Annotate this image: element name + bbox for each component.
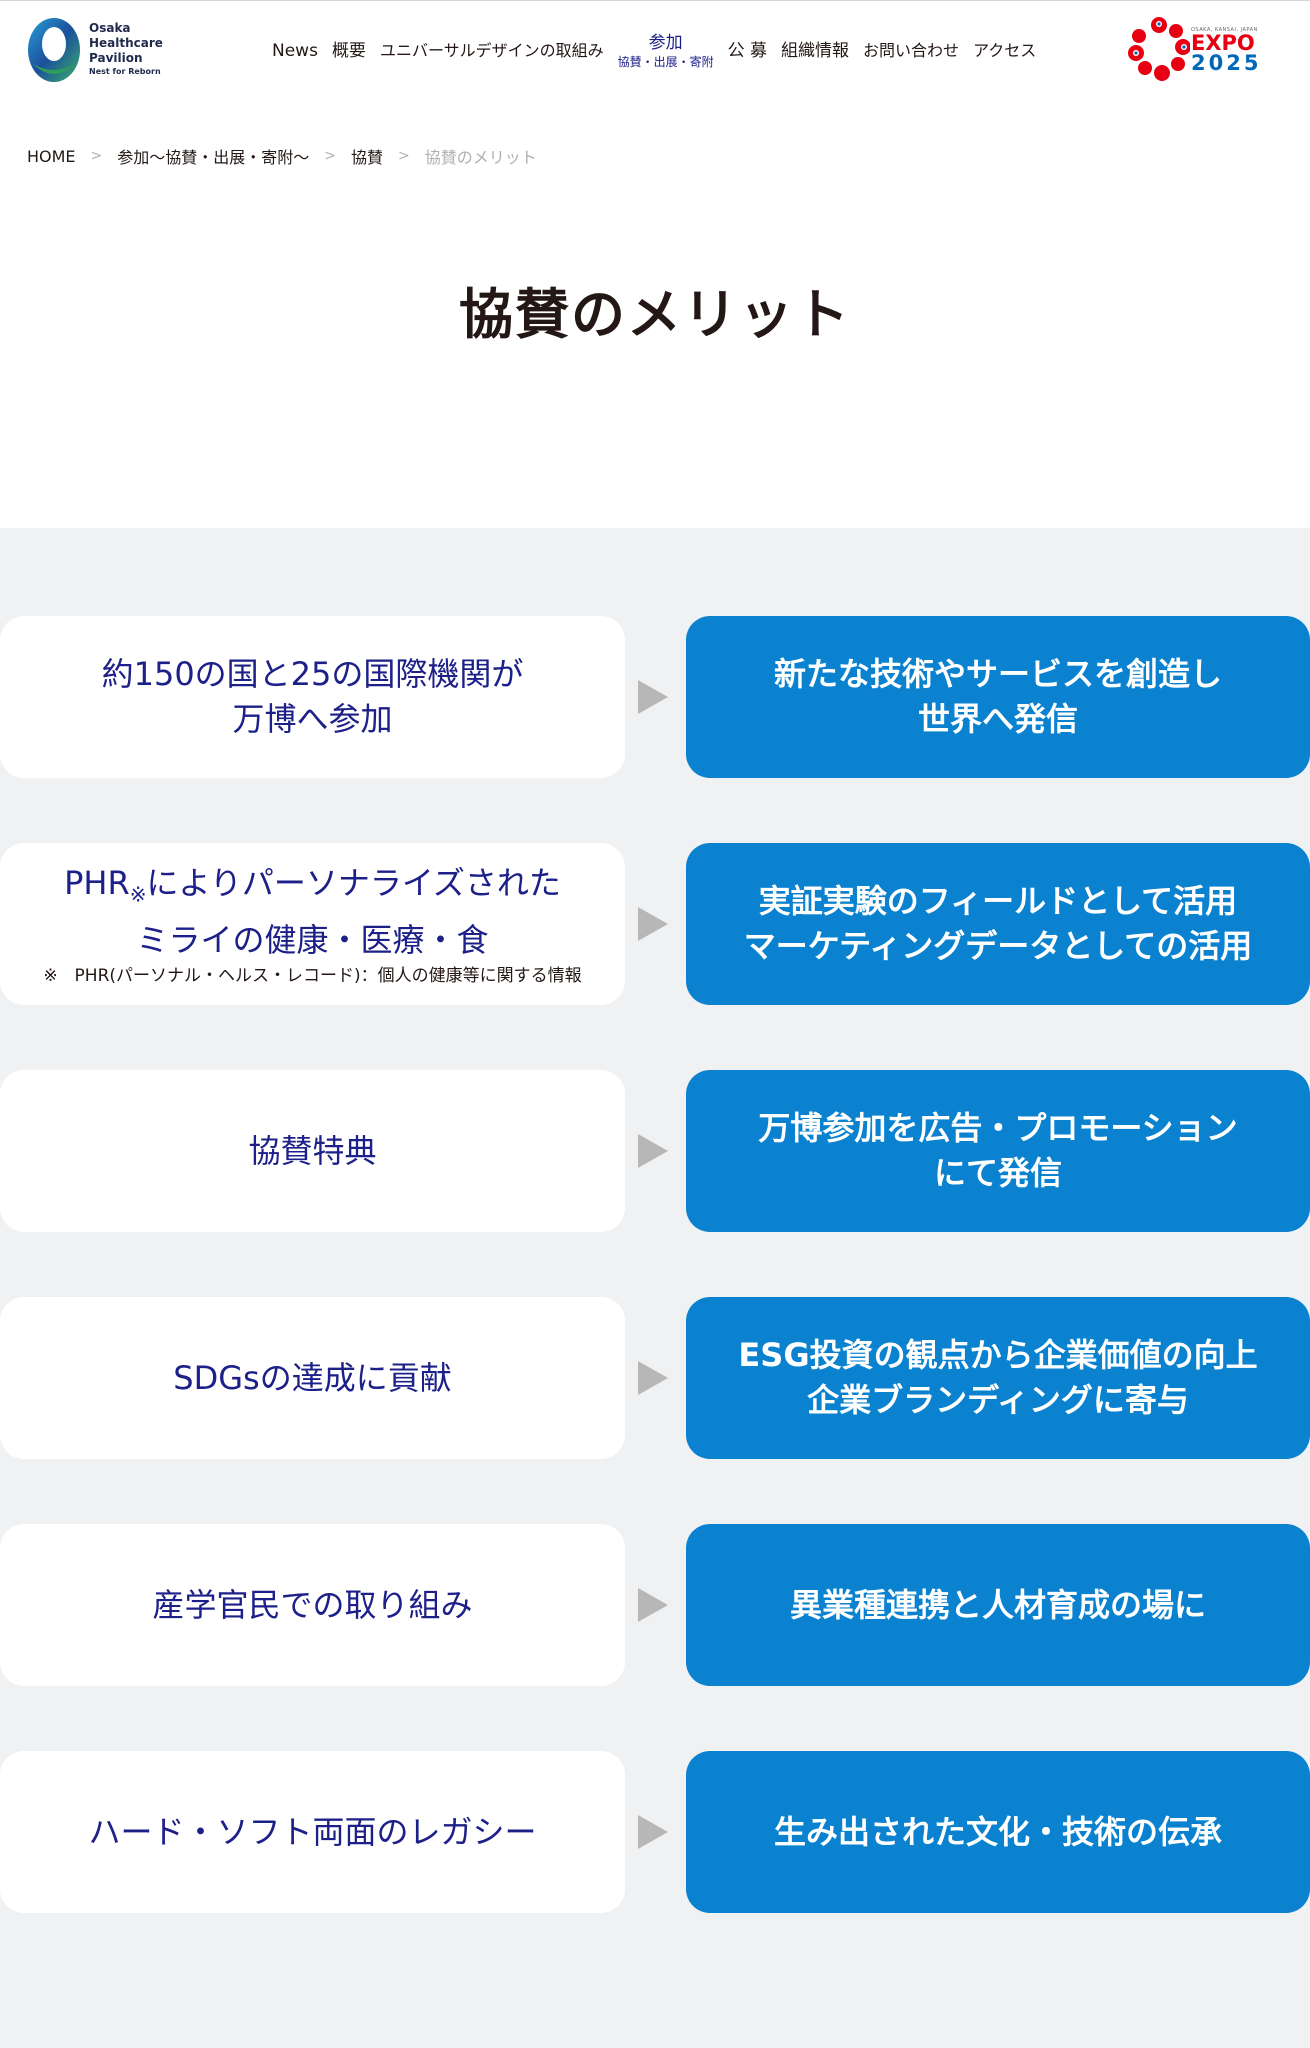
nav-participation-label: 参加 bbox=[648, 32, 683, 53]
logo-line: Pavilion bbox=[89, 50, 143, 65]
merit-row: ハード・ソフト両面のレガシー 生み出された文化・技術の伝承 bbox=[0, 1751, 1310, 1913]
arrow-right-icon bbox=[638, 1588, 668, 1622]
merit-row: 協賛特典 万博参加を広告・プロモーション にて発信 bbox=[0, 1070, 1310, 1232]
merit-cause-line: PHR※によりパーソナライズされた bbox=[64, 861, 561, 917]
expo-year: 2025 bbox=[1191, 51, 1262, 75]
breadcrumb-separator-icon: > bbox=[398, 148, 410, 164]
pavilion-logo-icon bbox=[25, 14, 83, 84]
logo-line: Osaka bbox=[89, 20, 131, 35]
arrow-right-icon bbox=[638, 680, 668, 714]
breadcrumb-home[interactable]: HOME bbox=[27, 147, 76, 166]
merit-cause: SDGsの達成に貢献 bbox=[0, 1297, 625, 1459]
nav-news[interactable]: News bbox=[272, 29, 318, 73]
merit-cause: ハード・ソフト両面のレガシー bbox=[0, 1751, 625, 1913]
nav-access[interactable]: アクセス bbox=[973, 29, 1036, 73]
merit-cause: PHR※によりパーソナライズされた ミライの健康・医療・食 ※ PHR(パーソナ… bbox=[0, 843, 625, 1005]
merit-cause: 産学官民での取り組み bbox=[0, 1524, 625, 1686]
merit-row: 産学官民での取り組み 異業種連携と人材育成の場に bbox=[0, 1524, 1310, 1686]
nav-organization[interactable]: 組織情報 bbox=[781, 29, 849, 73]
pavilion-logo[interactable]: Osaka Healthcare Pavilion Nest for Rebor… bbox=[25, 13, 175, 85]
merit-row: PHR※によりパーソナライズされた ミライの健康・医療・食 ※ PHR(パーソナ… bbox=[0, 843, 1310, 1005]
merit-row: SDGsの達成に貢献 ESG投資の観点から企業価値の向上 企業ブランディングに寄… bbox=[0, 1297, 1310, 1459]
expo-word: EXPO bbox=[1191, 31, 1255, 55]
breadcrumb: HOME > 参加～協賛・出展・寄附～ > 協賛 > 協賛のメリット bbox=[27, 144, 537, 168]
breadcrumb-sponsorship[interactable]: 協賛 bbox=[351, 144, 383, 168]
nav-participation-sub: 協賛・出展・寄附 bbox=[617, 54, 714, 69]
nav-participation[interactable]: 参加 協賛・出展・寄附 bbox=[617, 32, 714, 69]
page-title: 協賛のメリット bbox=[459, 283, 851, 346]
merit-cause-text: によりパーソナライズされた bbox=[146, 864, 561, 903]
merit-cause: 協賛特典 bbox=[0, 1070, 625, 1232]
nav-overview[interactable]: 概要 bbox=[332, 29, 366, 73]
merit-cause: 約150の国と25の国際機関が 万博へ参加 bbox=[0, 616, 625, 778]
merit-benefit: 実証実験のフィールドとして活用 マーケティングデータとしての活用 bbox=[686, 843, 1310, 1005]
merit-section: 約150の国と25の国際機関が 万博へ参加 新たな技術やサービスを創造し 世界へ… bbox=[0, 528, 1310, 2048]
merit-benefit: 万博参加を広告・プロモーション にて発信 bbox=[686, 1070, 1310, 1232]
merit-row: 約150の国と25の国際機関が 万博へ参加 新たな技術やサービスを創造し 世界へ… bbox=[0, 616, 1310, 778]
merit-footnote: ※ PHR(パーソナル・ヘルス・レコード)：個人の健康等に関する情報 bbox=[43, 965, 582, 986]
breadcrumb-current: 協賛のメリット bbox=[424, 148, 537, 167]
merit-benefit: 異業種連携と人材育成の場に bbox=[686, 1524, 1310, 1686]
arrow-right-icon bbox=[638, 1815, 668, 1849]
merit-benefit: 生み出された文化・技術の伝承 bbox=[686, 1751, 1310, 1913]
arrow-right-icon bbox=[638, 1134, 668, 1168]
merit-cause-line: ミライの健康・医療・食 bbox=[136, 920, 489, 959]
breadcrumb-separator-icon: > bbox=[90, 148, 103, 164]
site-header: Osaka Healthcare Pavilion Nest for Rebor… bbox=[0, 0, 1310, 100]
logo-line: Healthcare bbox=[89, 35, 163, 50]
nav-universal-design[interactable]: ユニバーサルデザインの取組み bbox=[380, 29, 604, 73]
arrow-right-icon bbox=[638, 1361, 668, 1395]
arrow-right-icon bbox=[638, 907, 668, 941]
merit-benefit: 新たな技術やサービスを創造し 世界へ発信 bbox=[686, 616, 1310, 778]
breadcrumb-separator-icon: > bbox=[324, 148, 337, 164]
merit-cause-phr: PHR bbox=[64, 864, 130, 903]
nav-contact[interactable]: お問い合わせ bbox=[863, 29, 959, 73]
logo-tagline: Nest for Reborn bbox=[89, 66, 161, 76]
nav-recruitment[interactable]: 公 募 bbox=[728, 29, 767, 73]
expo-mascot-ring-icon bbox=[1128, 17, 1191, 81]
expo-2025-logo[interactable]: OSAKA, KANSAI, JAPAN EXPO 2025 bbox=[1128, 17, 1258, 81]
merit-benefit: ESG投資の観点から企業価値の向上 企業ブランディングに寄与 bbox=[686, 1297, 1310, 1459]
main-nav: News 概要 ユニバーサルデザインの取組み 参加 協賛・出展・寄附 公 募 組… bbox=[272, 29, 1050, 73]
merit-cause-note-mark: ※ bbox=[129, 882, 147, 907]
breadcrumb-participation[interactable]: 参加～協賛・出展・寄附～ bbox=[117, 144, 309, 168]
